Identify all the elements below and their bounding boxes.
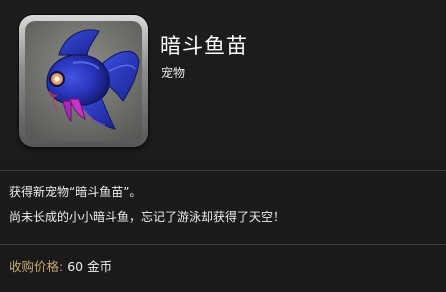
- sell-price-value: 60 金币: [67, 259, 113, 274]
- item-category: 宠物: [161, 66, 186, 80]
- divider-bottom: [0, 244, 446, 245]
- divider-top: [0, 170, 446, 171]
- description-line-1: 获得新宠物“暗斗鱼苗”。: [9, 185, 142, 199]
- item-header: 暗斗鱼苗 宠物: [0, 0, 446, 160]
- fighting-fish-icon: [25, 21, 142, 141]
- item-tooltip: 暗斗鱼苗 宠物 获得新宠物“暗斗鱼苗”。 尚未长成的小小暗斗鱼，忘记了游泳却获得…: [0, 0, 446, 292]
- sell-price-label: 收购价格:: [9, 259, 64, 274]
- item-name: 暗斗鱼苗: [160, 34, 248, 58]
- item-icon-frame: [19, 15, 148, 147]
- description-line-2: 尚未长成的小小暗斗鱼，忘记了游泳却获得了天空！: [9, 210, 286, 224]
- sell-price: 收购价格: 60 金币: [9, 259, 112, 275]
